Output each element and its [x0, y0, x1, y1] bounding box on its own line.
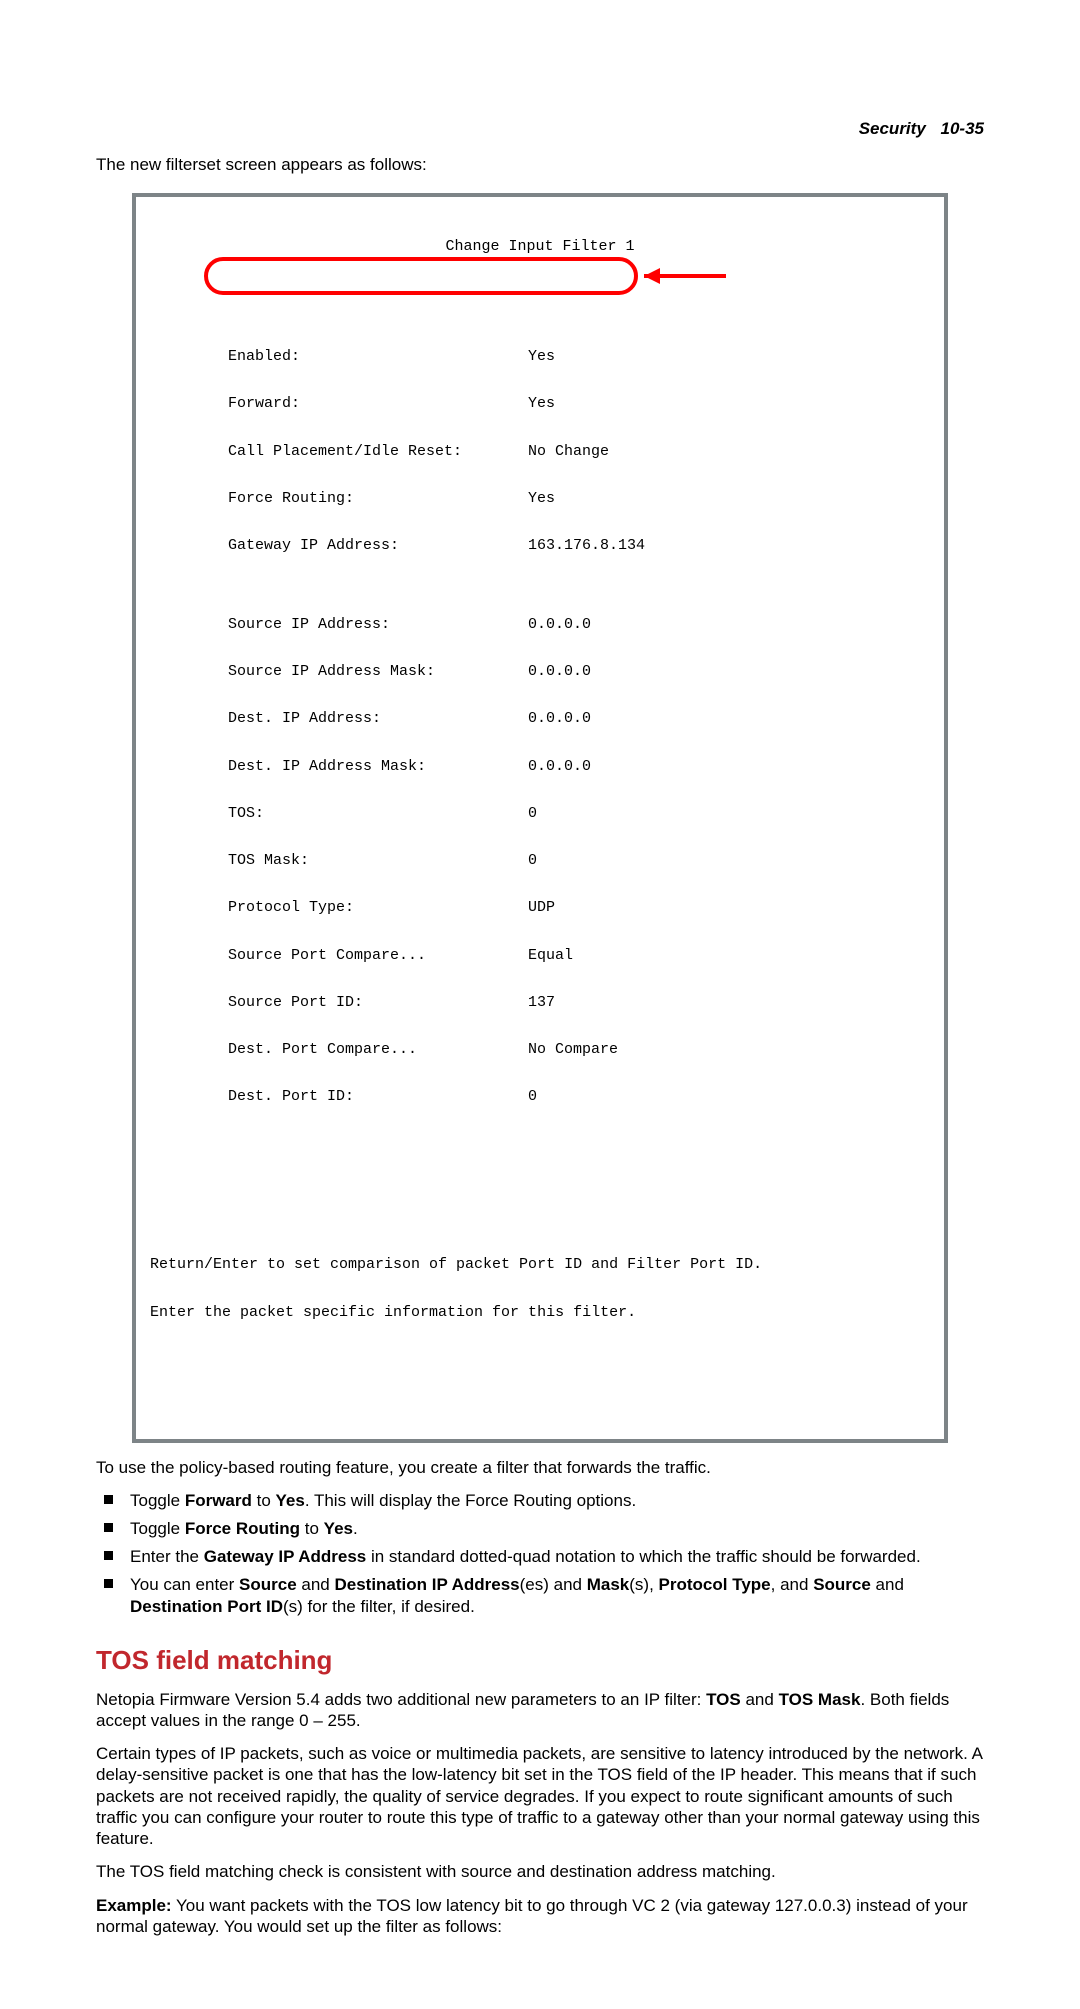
terminal-rows: Enabled:Yes Forward:Yes Call Placement/I…: [150, 302, 930, 1137]
terminal-footer-line: Return/Enter to set comparison of packet…: [150, 1257, 930, 1273]
tos-paragraph-1: Netopia Firmware Version 5.4 adds two ad…: [96, 1689, 984, 1732]
term-row: Dest. IP Address Mask:0.0.0.0: [150, 759, 930, 775]
highlight-circle-icon: [206, 259, 636, 293]
list-item: Enter the Gateway IP Address in standard…: [126, 1546, 984, 1568]
arrow-head-icon: [644, 268, 660, 284]
term-row: Forward:Yes: [150, 396, 930, 412]
term-row: Dest. Port ID:0: [150, 1089, 930, 1105]
terminal-footer-line: Enter the packet specific information fo…: [150, 1305, 930, 1321]
term-row: Dest. Port Compare...No Compare: [150, 1042, 930, 1058]
term-row: Force Routing:Yes: [150, 491, 930, 507]
after-box-text: To use the policy-based routing feature,…: [96, 1457, 984, 1478]
term-row: Enabled:Yes: [150, 349, 930, 365]
header-section: Security: [859, 119, 936, 138]
list-item: Toggle Force Routing to Yes.: [126, 1518, 984, 1540]
bullet-list: Toggle Forward to Yes. This will display…: [96, 1490, 984, 1618]
terminal-footer: Return/Enter to set comparison of packet…: [150, 1184, 930, 1352]
term-row: TOS:0: [150, 806, 930, 822]
term-row: Gateway IP Address:163.176.8.134: [150, 538, 930, 554]
term-row: Protocol Type:UDP: [150, 900, 930, 916]
terminal-title: Change Input Filter 1: [150, 239, 930, 255]
term-row: Dest. IP Address:0.0.0.0: [150, 711, 930, 727]
intro-text: The new filterset screen appears as foll…: [96, 154, 984, 175]
term-row: Source Port ID:137: [150, 995, 930, 1011]
term-row: Source IP Address:0.0.0.0: [150, 617, 930, 633]
page-body: Security 10-35 The new filterset screen …: [0, 0, 1080, 2009]
tos-paragraph-3: The TOS field matching check is consiste…: [96, 1861, 984, 1882]
section-heading: TOS field matching: [96, 1644, 984, 1677]
term-row: Call Placement/Idle Reset:No Change: [150, 444, 930, 460]
list-item: You can enter Source and Destination IP …: [126, 1574, 984, 1618]
tos-example: Example: You want packets with the TOS l…: [96, 1895, 984, 1938]
term-row: Source Port Compare...Equal: [150, 948, 930, 964]
list-item: Toggle Forward to Yes. This will display…: [126, 1490, 984, 1512]
tos-paragraph-2: Certain types of IP packets, such as voi…: [96, 1743, 984, 1849]
term-row: Source IP Address Mask:0.0.0.0: [150, 664, 930, 680]
term-row: TOS Mask:0: [150, 853, 930, 869]
header-pageno: 10-35: [941, 119, 984, 138]
running-header: Security 10-35: [859, 118, 984, 139]
terminal-screenshot: Change Input Filter 1 Enabled:Yes Forwar…: [132, 193, 948, 1442]
